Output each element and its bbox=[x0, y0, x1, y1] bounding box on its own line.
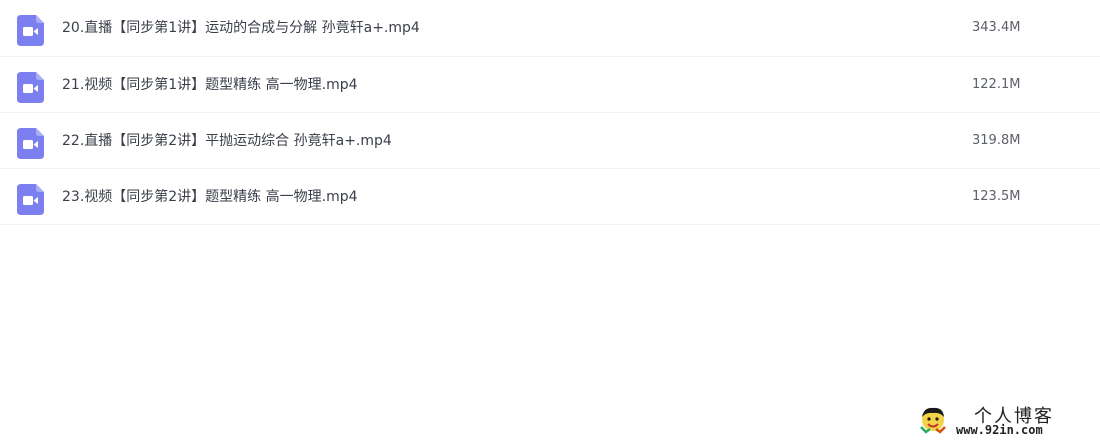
file-row[interactable]: 23.视频【同步第2讲】题型精练 高一物理.mp4 123.5M bbox=[0, 169, 1100, 225]
file-list: 20.直播【同步第1讲】运动的合成与分解 孙竟轩a+.mp4 343.4M 21… bbox=[0, 0, 1100, 225]
video-file-icon bbox=[17, 72, 44, 103]
video-file-icon bbox=[17, 184, 44, 215]
file-name[interactable]: 22.直播【同步第2讲】平抛运动综合 孙竟轩a+.mp4 bbox=[62, 113, 392, 169]
watermark-logo-icon bbox=[920, 407, 946, 434]
file-size: 343.4M bbox=[972, 20, 1021, 35]
file-name[interactable]: 20.直播【同步第1讲】运动的合成与分解 孙竟轩a+.mp4 bbox=[62, 0, 420, 56]
video-file-icon bbox=[17, 15, 44, 46]
file-row[interactable]: 21.视频【同步第1讲】题型精练 高一物理.mp4 122.1M bbox=[0, 57, 1100, 113]
file-name[interactable]: 23.视频【同步第2讲】题型精练 高一物理.mp4 bbox=[62, 169, 358, 225]
watermark-url: www.92in.com bbox=[956, 423, 1043, 437]
file-size: 319.8M bbox=[972, 133, 1021, 148]
file-size: 123.5M bbox=[972, 189, 1021, 204]
video-file-icon bbox=[17, 128, 44, 159]
file-name[interactable]: 21.视频【同步第1讲】题型精练 高一物理.mp4 bbox=[62, 57, 358, 113]
watermark: 个人博客 www.92in.com bbox=[918, 402, 1088, 440]
file-row[interactable]: 22.直播【同步第2讲】平抛运动综合 孙竟轩a+.mp4 319.8M bbox=[0, 113, 1100, 169]
file-row[interactable]: 20.直播【同步第1讲】运动的合成与分解 孙竟轩a+.mp4 343.4M bbox=[0, 0, 1100, 57]
file-size: 122.1M bbox=[972, 77, 1021, 92]
